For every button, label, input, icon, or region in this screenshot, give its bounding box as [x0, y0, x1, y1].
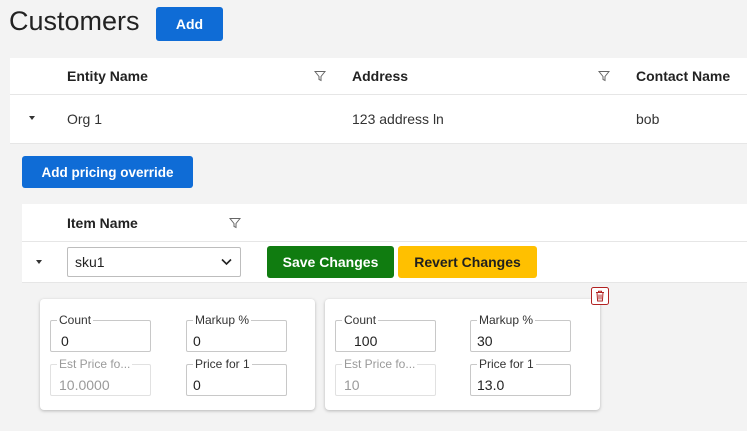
- pricing-table-header: Item Name: [22, 204, 747, 242]
- price-for-1-label: Price for 1: [193, 357, 252, 371]
- pricing-row[interactable]: sku1 Save Changes Revert Changes: [22, 242, 747, 283]
- item-name-select[interactable]: sku1: [67, 247, 241, 277]
- markup-value: 0: [193, 333, 201, 349]
- save-changes-button[interactable]: Save Changes: [267, 246, 394, 278]
- caret-down-icon[interactable]: [29, 116, 35, 120]
- customers-table: Entity Name Address Contact Name Org 1 1…: [10, 58, 747, 431]
- price-for-1-value: 13.0: [477, 377, 505, 393]
- entity-name-cell: Org 1: [67, 111, 103, 127]
- add-customer-button[interactable]: Add: [156, 7, 223, 41]
- chevron-down-icon[interactable]: [221, 258, 232, 266]
- filter-icon[interactable]: [229, 217, 241, 229]
- price-for-1-label: Price for 1: [477, 357, 536, 371]
- contact-name-cell: bob: [636, 111, 660, 127]
- est-price-label: Est Price fo...: [57, 357, 133, 371]
- filter-icon[interactable]: [598, 70, 610, 82]
- revert-changes-button[interactable]: Revert Changes: [398, 246, 537, 278]
- est-price-value: 10.0000: [59, 377, 110, 393]
- count-field[interactable]: Count 0: [50, 313, 151, 352]
- address-cell: 123 address ln: [352, 111, 444, 127]
- add-pricing-override-button[interactable]: Add pricing override: [22, 156, 193, 188]
- count-label: Count: [342, 313, 379, 327]
- markup-field[interactable]: Markup % 0: [186, 313, 287, 352]
- markup-label: Markup %: [477, 313, 536, 327]
- markup-value: 30: [477, 333, 493, 349]
- price-for-1-field[interactable]: Price for 1 0: [186, 357, 287, 396]
- column-header-contact-name[interactable]: Contact Name: [636, 68, 730, 84]
- pricing-override-table: Item Name sku1 Save Changes Revert Chang…: [22, 204, 747, 431]
- count-field[interactable]: Count 100: [335, 313, 436, 352]
- pricing-tier-card: Count 0 Markup % 0 Est Price fo... 10.00…: [40, 299, 315, 410]
- est-price-label: Est Price fo...: [342, 357, 418, 371]
- filter-icon[interactable]: [314, 70, 326, 82]
- column-header-entity-name[interactable]: Entity Name: [67, 68, 148, 84]
- page-title: Customers: [9, 6, 140, 36]
- count-value: 0: [61, 333, 69, 349]
- est-price-field: Est Price fo... 10.0000: [50, 357, 151, 396]
- table-row[interactable]: Org 1 123 address ln bob: [10, 95, 747, 144]
- pricing-tier-card: Count 100 Markup % 30 Est Price fo... 10…: [325, 299, 600, 410]
- pricing-tiers-panel: Count 0 Markup % 0 Est Price fo... 10.00…: [22, 283, 747, 431]
- price-for-1-field[interactable]: Price for 1 13.0: [470, 357, 571, 396]
- customers-table-header: Entity Name Address Contact Name: [10, 58, 747, 95]
- count-label: Count: [57, 313, 94, 327]
- item-name-value: sku1: [75, 254, 105, 270]
- caret-down-icon[interactable]: [36, 260, 42, 264]
- trash-icon[interactable]: [591, 287, 609, 305]
- est-price-value: 10: [344, 377, 360, 393]
- customer-detail-panel: Add pricing override Item Name sku1 Save…: [10, 144, 747, 431]
- price-for-1-value: 0: [193, 377, 201, 393]
- markup-label: Markup %: [193, 313, 252, 327]
- count-value: 100: [354, 333, 378, 349]
- column-header-item-name[interactable]: Item Name: [67, 215, 138, 231]
- markup-field[interactable]: Markup % 30: [470, 313, 571, 352]
- column-header-address[interactable]: Address: [352, 68, 408, 84]
- est-price-field: Est Price fo... 10: [335, 357, 436, 396]
